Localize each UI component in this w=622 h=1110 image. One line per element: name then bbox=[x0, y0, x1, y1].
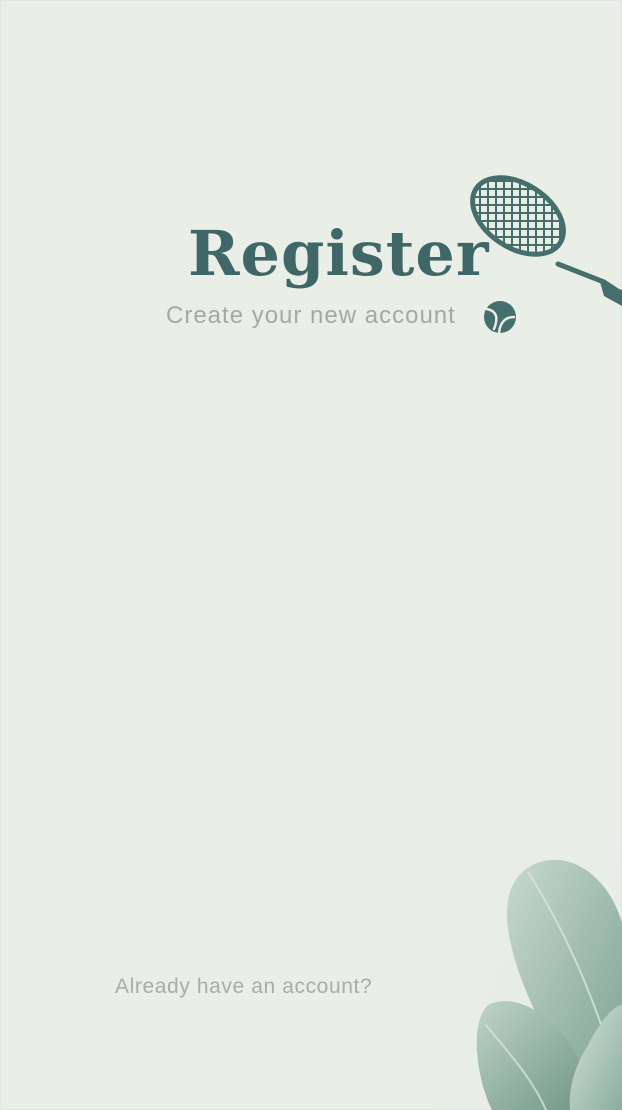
leaves-decoration bbox=[420, 820, 622, 1110]
tennis-racket-icon bbox=[462, 163, 622, 306]
tennis-ball-icon bbox=[484, 301, 516, 335]
login-link[interactable]: Already have an account? bbox=[115, 974, 395, 1000]
page-title: Register bbox=[188, 217, 490, 290]
page-subtitle: Create your new account bbox=[166, 302, 456, 329]
